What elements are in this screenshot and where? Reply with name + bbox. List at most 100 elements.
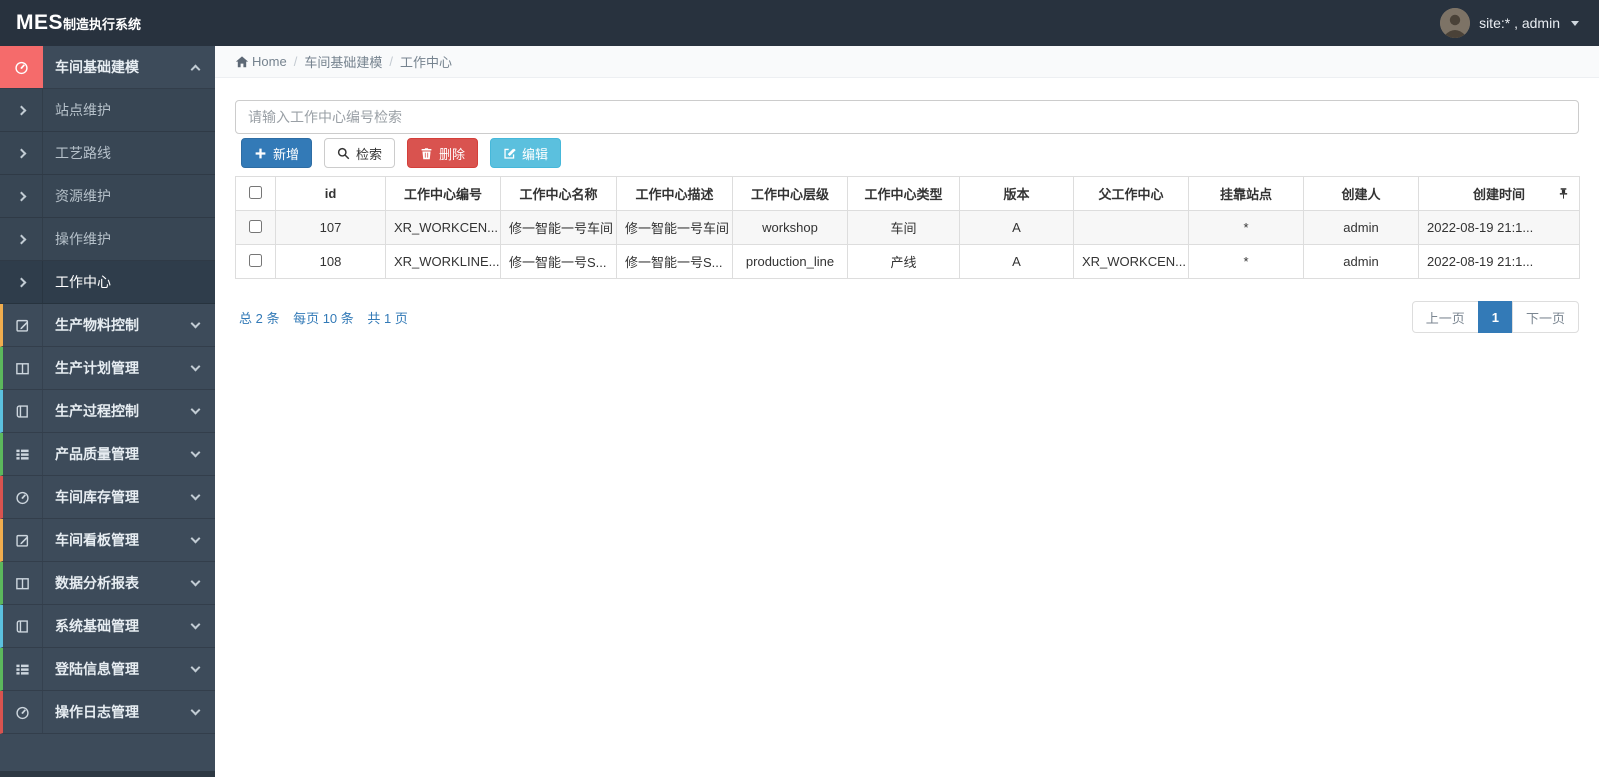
sidebar-group-label: 数据分析报表 [55, 575, 139, 591]
cell-parent [1073, 210, 1189, 245]
sidebar-group[interactable]: 数据分析报表 [0, 562, 215, 605]
edit-button[interactable]: 编辑 [490, 138, 562, 168]
cell-level: workshop [732, 210, 848, 245]
page-1-button[interactable]: 1 [1477, 301, 1513, 333]
sidebar-group[interactable]: 生产物料控制 [0, 304, 215, 347]
cell-version: A [959, 244, 1074, 279]
book-icon [3, 605, 43, 647]
sidebar-item-label: 操作维护 [55, 231, 111, 247]
column-header-ctime[interactable]: 创建时间 [1418, 176, 1580, 211]
sidebar-group-label: 车间看板管理 [55, 532, 139, 548]
column-header-name[interactable]: 工作中心名称 [500, 176, 617, 211]
sidebar-group[interactable]: 车间看板管理 [0, 519, 215, 562]
page-size[interactable]: 每页 10 条 [293, 311, 354, 326]
sidebar-group[interactable]: 登陆信息管理 [0, 648, 215, 691]
sidebar-group[interactable]: 生产过程控制 [0, 390, 215, 433]
chevron-right-icon [0, 89, 43, 131]
row-checkbox[interactable] [249, 253, 262, 267]
sidebar-group-label: 系统基础管理 [55, 618, 139, 634]
sidebar-group-label: 车间基础建模 [55, 59, 139, 75]
cell-id: 107 [275, 210, 386, 245]
avatar [1440, 8, 1471, 38]
column-header-creator[interactable]: 创建人 [1303, 176, 1419, 211]
breadcrumb-separator: / [293, 54, 298, 69]
cell-name: 修一智能一号车间 [500, 210, 617, 245]
chevron-down-icon [190, 447, 201, 458]
sidebar-group[interactable]: 产品质量管理 [0, 433, 215, 476]
search-icon [337, 147, 350, 159]
chevron-down-icon [190, 619, 201, 630]
sidebar-group[interactable]: 车间库存管理 [0, 476, 215, 519]
breadcrumb-level1[interactable]: 车间基础建模 [304, 52, 382, 71]
cell-code: XR_WORKCEN... [385, 210, 501, 245]
column-header-version[interactable]: 版本 [959, 176, 1074, 211]
caret-down-icon [1571, 20, 1579, 26]
row-select-cell [235, 244, 276, 279]
sidebar-group-label: 登陆信息管理 [55, 661, 139, 677]
sidebar-item[interactable]: 操作维护 [0, 218, 215, 261]
top-navbar: MES 制造执行系统 site:* , admin [0, 0, 1599, 46]
main-area: Home / 车间基础建模 / 工作中心 新增 检索 删除 编辑 [215, 0, 1599, 333]
total-count: 总 2 条 [239, 310, 280, 326]
cell-desc: 修一智能一号S... [616, 244, 733, 279]
pencil-square-icon [3, 519, 43, 561]
column-header-id[interactable]: id [275, 176, 386, 211]
cell-type: 产线 [847, 244, 960, 279]
sidebar-group-label: 生产过程控制 [55, 403, 139, 419]
home-icon [235, 55, 249, 67]
delete-button[interactable]: 删除 [407, 138, 479, 168]
sidebar-item[interactable]: 工艺路线 [0, 132, 215, 175]
query-button[interactable]: 检索 [324, 138, 396, 168]
user-menu[interactable]: site:* , admin [1440, 8, 1599, 38]
column-header-type[interactable]: 工作中心类型 [847, 176, 960, 211]
gauge-icon [3, 476, 43, 518]
chevron-down-icon [190, 490, 201, 501]
next-page-button[interactable]: 下一页 [1511, 301, 1579, 333]
chevron-right-icon [0, 261, 43, 303]
sidebar-group[interactable]: 生产计划管理 [0, 347, 215, 390]
prev-page-button[interactable]: 上一页 [1411, 301, 1479, 333]
sidebar-group[interactable]: 车间基础建模 [0, 46, 215, 89]
table-row[interactable]: 107 XR_WORKCEN... 修一智能一号车间 修一智能一号车间 workshop… [235, 210, 1580, 245]
add-button[interactable]: 新增 [241, 138, 313, 168]
pagination-summary[interactable]: 总 2 条 每页 10 条 共 1 页 [235, 308, 418, 327]
sidebar-item[interactable]: 工作中心 [0, 261, 215, 304]
sidebar-group[interactable]: 系统基础管理 [0, 605, 215, 648]
book-icon [3, 390, 43, 432]
workcenter-table: id 工作中心编号 工作中心名称 工作中心描述 工作中心层级 工作中心类型 版本 父工作中心挂… [235, 176, 1580, 279]
select-all-checkbox[interactable] [249, 185, 262, 199]
chevron-right-icon [0, 218, 43, 260]
columns-icon [3, 562, 43, 604]
breadcrumb-current: 工作中心 [399, 55, 452, 70]
column-header-level[interactable]: 工作中心层级 [732, 176, 848, 211]
edit-icon [504, 148, 516, 159]
cell-creator: admin [1303, 244, 1419, 279]
row-checkbox[interactable] [249, 219, 262, 233]
breadcrumb: Home / 车间基础建模 / 工作中心 [215, 46, 1599, 78]
sidebar-group-label: 车间库存管理 [55, 489, 139, 505]
chevron-up-icon [190, 64, 201, 74]
cell-name: 修一智能一号S... [500, 244, 617, 279]
column-header-station[interactable]: 挂靠站点 [1188, 176, 1304, 211]
column-header-code[interactable]: 工作中心编号 [385, 176, 501, 211]
cell-ctime: 2022-08-19 21:1... [1418, 210, 1580, 245]
toolbar: 新增 检索 删除 编辑 [235, 138, 1579, 168]
column-header-parent[interactable]: 父工作中心 [1073, 176, 1189, 211]
cell-type: 车间 [847, 210, 960, 245]
sidebar-item[interactable]: 资源维护 [0, 175, 215, 218]
column-header-desc[interactable]: 工作中心描述 [616, 176, 733, 211]
breadcrumb-home[interactable]: Home [235, 54, 287, 69]
sidebar-item-label: 工作中心 [55, 274, 111, 290]
pager: 上一页 1 下一页 [1411, 301, 1579, 333]
sidebar-item[interactable]: 站点维护 [0, 89, 215, 132]
table-row[interactable]: 108 XR_WORKLINE... 修一智能一号S... 修一智能一号S... pro… [235, 244, 1580, 279]
app-logo[interactable]: MES 制造执行系统 [0, 11, 215, 35]
search-input[interactable] [235, 100, 1579, 134]
sidebar-group[interactable]: 操作日志管理 [0, 691, 215, 734]
plus-icon [255, 148, 266, 158]
cell-version: A [959, 210, 1074, 245]
cell-id: 108 [275, 244, 386, 279]
content-panel: 新增 检索 删除 编辑 id工作中心编号工作中心名称工作中心描述工作中心层级工作… [215, 78, 1599, 333]
brand-mes-text: MES [16, 11, 64, 34]
chevron-down-icon [190, 533, 201, 544]
